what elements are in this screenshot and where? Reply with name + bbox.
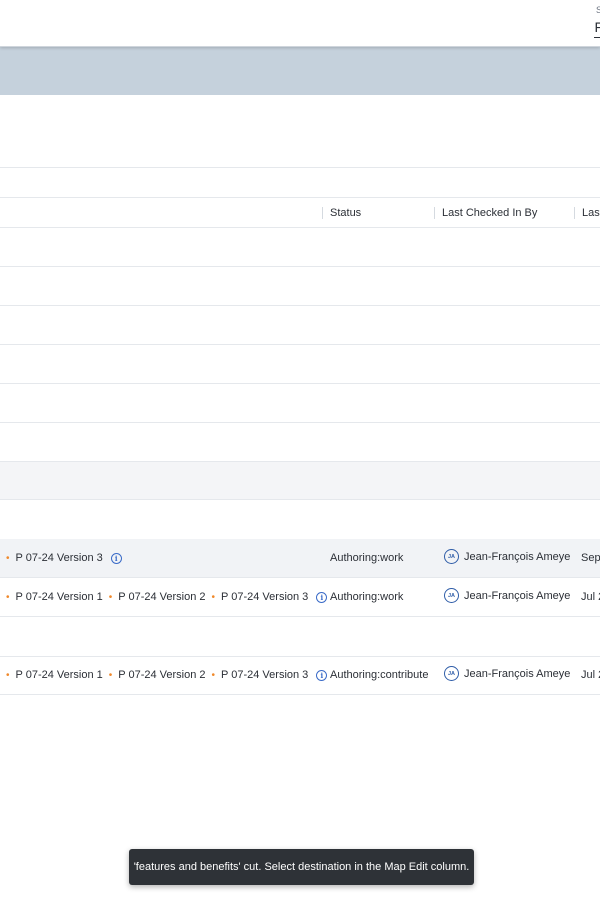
bullet-dot-icon: • — [108, 591, 113, 603]
column-header-last[interactable]: Last — [574, 207, 600, 219]
bullet-dot-icon: • — [6, 591, 10, 603]
version-list: • P 07-24 Version 1 • P 07-24 Version 2 … — [4, 669, 328, 681]
date-cell: Jul 2 — [581, 591, 600, 603]
bullet-dot-icon: • — [108, 669, 113, 681]
top-bar: S F — [0, 0, 600, 47]
row-divider — [0, 422, 600, 423]
version-label[interactable]: P 07-24 Version 3 — [16, 552, 103, 564]
version-label[interactable]: P 07-24 Version 3 — [221, 669, 308, 681]
top-right-tab[interactable]: F — [594, 19, 600, 38]
table-row[interactable]: • P 07-24 Version 1 • P 07-24 Version 2 … — [0, 578, 600, 617]
info-circle-icon[interactable]: i — [316, 669, 328, 681]
row-divider — [0, 383, 600, 384]
group-row[interactable] — [0, 461, 600, 500]
bullet-dot-icon: • — [211, 591, 216, 603]
bullet-dot-icon: • — [6, 552, 10, 564]
status-cell: Authoring:work — [330, 552, 404, 564]
user-name: Jean-François Ameye — [464, 667, 571, 680]
table-header: Status Last Checked In By Last — [0, 197, 600, 228]
table-row[interactable]: • P 07-24 Version 3 i Authoring:work JA … — [0, 539, 600, 578]
version-list: • P 07-24 Version 3 i — [4, 552, 122, 564]
section-banner — [0, 47, 600, 95]
version-label[interactable]: P 07-24 Version 1 — [16, 669, 103, 681]
bullet-dot-icon: • — [6, 669, 10, 681]
user-cell: JA Jean-François Ameye — [444, 588, 570, 603]
version-label[interactable]: P 07-24 Version 2 — [118, 669, 205, 681]
version-label[interactable]: P 07-24 Version 3 — [221, 591, 308, 603]
table-row[interactable]: • P 07-24 Version 1 • P 07-24 Version 2 … — [0, 656, 600, 695]
toast-message: 'features and benefits' cut. Select dest… — [133, 861, 470, 873]
version-list: • P 07-24 Version 1 • P 07-24 Version 2 … — [4, 591, 328, 603]
user-avatar-icon: JA — [444, 588, 459, 603]
row-divider — [0, 344, 600, 345]
divider — [0, 167, 600, 168]
user-avatar-icon: JA — [444, 666, 459, 681]
status-cell: Authoring:contribute — [330, 669, 429, 681]
user-cell: JA Jean-François Ameye — [444, 666, 570, 681]
column-header-last-checked-in-by[interactable]: Last Checked In By — [434, 207, 537, 219]
user-name: Jean-François Ameye — [464, 589, 571, 602]
date-cell: Jul 2 — [581, 669, 600, 681]
user-avatar-icon: JA — [444, 549, 459, 564]
user-cell: JA Jean-François Ameye — [444, 549, 570, 564]
bullet-dot-icon: • — [211, 669, 216, 681]
status-cell: Authoring:work — [330, 591, 404, 603]
user-name: Jean-François Ameye — [464, 550, 571, 563]
row-divider — [0, 266, 600, 267]
column-header-status[interactable]: Status — [322, 207, 361, 219]
row-divider — [0, 305, 600, 306]
version-label[interactable]: P 07-24 Version 2 — [118, 591, 205, 603]
top-right-label-small: S — [595, 5, 600, 15]
toast-notification: 'features and benefits' cut. Select dest… — [129, 849, 474, 885]
version-label[interactable]: P 07-24 Version 1 — [16, 591, 103, 603]
date-cell: Sep — [581, 552, 600, 564]
info-circle-icon[interactable]: i — [316, 591, 328, 603]
info-circle-icon[interactable]: i — [110, 552, 122, 564]
